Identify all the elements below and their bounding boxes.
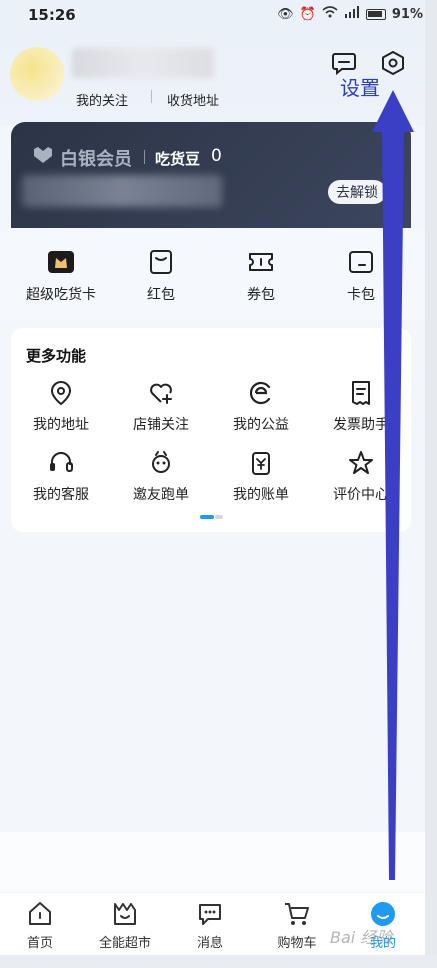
fn-store-follow[interactable]: 店铺关注 [116,380,206,434]
nav-label: 首页 [26,936,53,951]
fn-invite-friend[interactable]: 邀友跑单 [116,450,206,504]
red-packet-icon [150,250,172,274]
status-icons: 👁 ⏰ 91% [277,6,423,22]
invoice-icon [352,381,370,405]
username-blurred [72,48,214,78]
pager-indicator-dot [215,515,223,519]
status-time: 15:26 [28,6,76,24]
nav-label: 购物车 [277,936,317,951]
system-gesture-bar [0,955,437,968]
link-divider [151,90,152,103]
member-info-blurred [22,175,222,207]
pager-indicator-active [200,515,214,519]
quick-item-food-card[interactable]: 超级吃货卡 [16,248,106,304]
charity-icon [249,381,271,405]
home-icon [29,902,51,925]
fn-label: 邀友跑单 [133,487,189,503]
message-icon [199,904,221,925]
quick-item-label: 券包 [247,287,275,303]
nav-cart[interactable]: 购物车 [257,900,337,951]
food-card-icon [48,251,74,273]
cart-icon [285,903,309,925]
alarm-icon: ⏰ [299,6,316,22]
bill-yen-icon [252,452,270,475]
nav-messages[interactable]: 消息 [170,900,250,951]
fn-my-bill[interactable]: 我的账单 [216,450,306,504]
card-wallet-icon [349,251,373,273]
fn-label: 发票助手 [333,417,389,433]
member-badge-icon [34,147,52,163]
nav-label: 全能超市 [98,936,151,951]
eye-icon: 👁 [277,6,294,22]
fn-my-charity[interactable]: 我的公益 [216,380,306,434]
member-divider [144,150,145,164]
quick-item-label: 超级吃货卡 [26,287,96,303]
headset-icon [50,452,73,472]
my-follow-link[interactable]: 我的关注 [76,90,128,109]
fn-my-address[interactable]: 我的地址 [16,380,106,434]
supermarket-icon [114,903,136,925]
fn-label: 我的客服 [33,487,89,503]
shipping-address-link[interactable]: 收货地址 [167,90,219,109]
fn-label: 评价中心 [333,487,389,503]
settings-gear-icon[interactable] [380,50,406,76]
quick-item-label: 卡包 [347,287,375,303]
nav-label: 消息 [196,936,223,951]
nav-supermarket[interactable]: 全能超市 [85,900,165,951]
nav-home[interactable]: 首页 [0,900,80,951]
watermark: Bai 经验 [330,928,393,947]
member-level-title: 白银会员 [60,149,132,170]
unlock-button[interactable]: 去解锁 [328,180,386,204]
invite-friend-icon [152,451,170,473]
location-pin-icon [50,380,72,406]
quick-item-card-wallet[interactable]: 卡包 [316,248,406,304]
avatar[interactable] [10,47,64,101]
battery-icon [365,8,386,20]
right-edge-strip [425,0,437,968]
fn-customer-service[interactable]: 我的客服 [16,450,106,504]
coupon-icon [249,253,273,271]
quick-item-coupon[interactable]: 券包 [216,248,306,304]
wifi-icon [322,6,338,22]
page-lower-area [0,832,437,892]
battery-level: 91% [391,6,423,22]
settings-annotation: 设置 [340,76,380,100]
fn-review-center[interactable]: 评价中心 [316,450,406,504]
beans-value: 0 [211,146,222,166]
signal-icon [344,6,360,22]
star-icon [349,451,373,474]
fn-invoice-helper[interactable]: 发票助手 [316,380,406,434]
heart-plus-icon [150,383,172,404]
fn-label: 我的账单 [233,487,289,503]
more-functions-title: 更多功能 [26,347,87,365]
fn-label: 我的公益 [233,417,289,433]
fn-label: 我的地址 [33,417,89,433]
fn-label: 店铺关注 [133,417,189,433]
beans-label: 吃货豆 [155,150,201,168]
quick-item-red-packet[interactable]: 红包 [116,248,206,304]
quick-item-label: 红包 [147,287,175,303]
